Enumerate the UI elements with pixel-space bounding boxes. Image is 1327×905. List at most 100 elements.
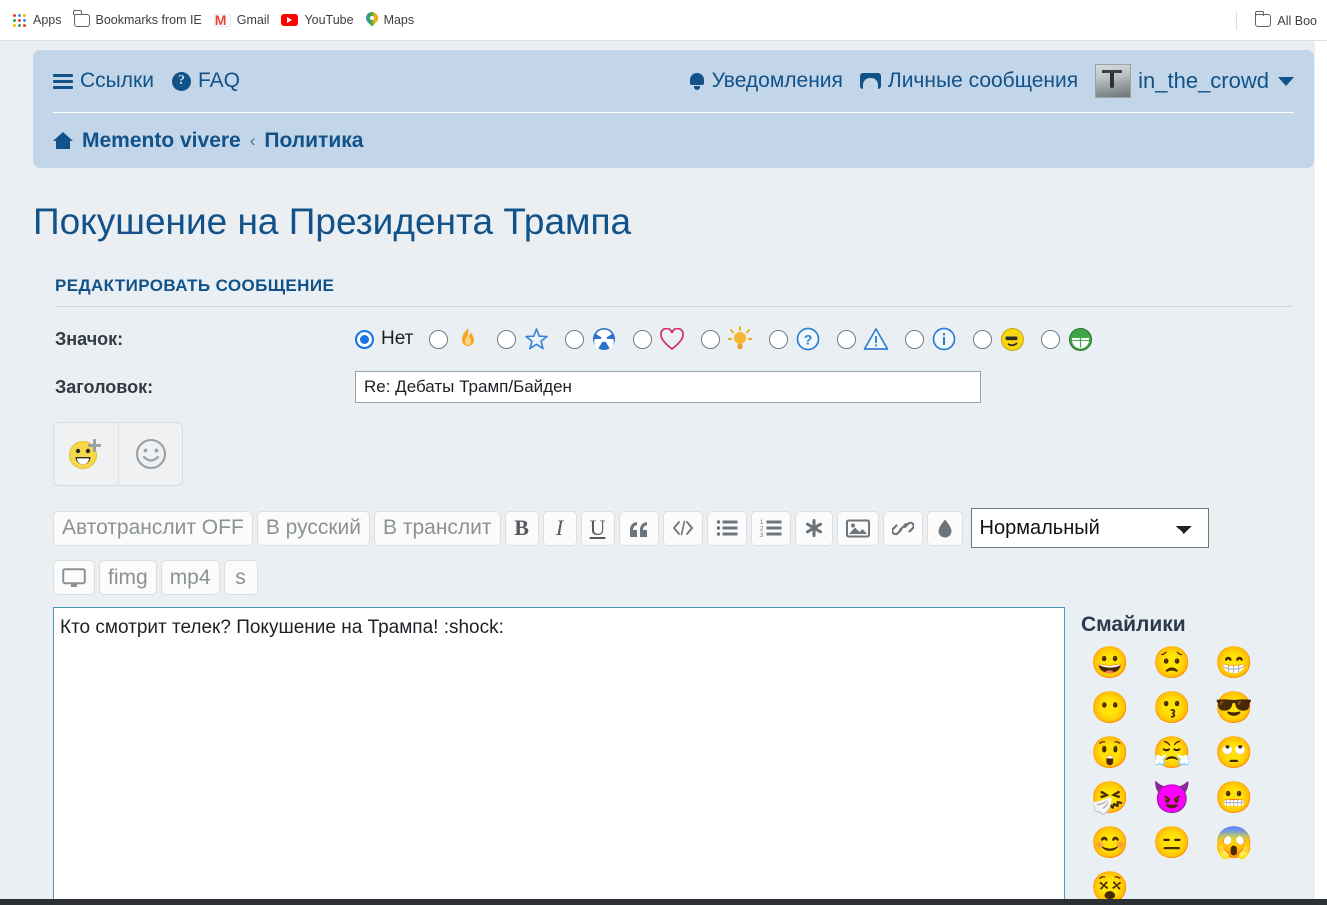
window-bottom-strip [0, 899, 1327, 905]
smiley-item[interactable]: 😎 [1215, 692, 1254, 723]
post-icon-option-green-grin[interactable] [1041, 326, 1093, 352]
radio-button[interactable] [973, 329, 993, 349]
post-icon-option-lightbulb[interactable] [701, 326, 753, 352]
smiley-item[interactable]: 😱 [1215, 827, 1254, 858]
smiley-item[interactable]: 😤 [1153, 737, 1192, 768]
post-icon-option-info[interactable] [905, 326, 957, 352]
droplet-icon [938, 519, 952, 538]
question-icon: ? [795, 326, 821, 352]
smilies-grid: 😀 😟 😁 😶 😗 😎 😲 😤 🙄 🤧 😈 😬 😊 😑 😱 😵 [1079, 647, 1294, 899]
add-smiley-button[interactable] [54, 423, 118, 485]
smiley-item[interactable]: 🤧 [1091, 782, 1130, 813]
faq-link[interactable]: ? FAQ [171, 69, 240, 93]
to-translit-button[interactable]: В транслит [374, 510, 501, 546]
image-button[interactable] [836, 510, 879, 546]
radio-button[interactable] [837, 329, 857, 349]
smiley-item[interactable]: 😊 [1091, 827, 1130, 858]
smiley-item[interactable]: 😀 [1091, 647, 1130, 678]
forum-header-nav: Ссылки ? FAQ [53, 69, 240, 93]
mp4-button[interactable]: mp4 [160, 560, 220, 595]
numbered-list-button[interactable]: 1 2 3 [750, 510, 791, 546]
radio-button[interactable] [565, 329, 585, 349]
faq-label: FAQ [197, 69, 240, 92]
panel-title: РЕДАКТИРОВАТЬ СООБЩЕНИЕ [55, 276, 335, 295]
smiley-item[interactable]: 😬 [1215, 782, 1254, 813]
smiley-picker-button[interactable] [118, 423, 182, 485]
smiley-outline-icon [135, 438, 166, 470]
post-icon-none-label: Нет [381, 328, 414, 349]
post-icon-option-radioactive[interactable] [565, 326, 617, 352]
smiley-item[interactable]: 😲 [1091, 737, 1130, 768]
message-textarea[interactable] [53, 607, 1065, 899]
smiley-item[interactable]: 😈 [1153, 782, 1192, 813]
post-icon-option-smirk[interactable] [973, 326, 1025, 352]
autotranslit-button[interactable]: Автотранслит OFF [53, 510, 253, 546]
lightbulb-icon [727, 326, 753, 352]
breadcrumb-home[interactable]: Memento vivere [82, 129, 241, 153]
warning-icon [863, 326, 889, 352]
bookmark-label: Apps [33, 13, 62, 27]
bookmark-apps[interactable]: Apps [8, 10, 70, 31]
breadcrumb-current[interactable]: Политика [264, 129, 363, 153]
underline-button[interactable]: U [580, 510, 615, 546]
user-menu-button[interactable]: in_the_crowd [1095, 64, 1294, 98]
smiley-item[interactable]: 🙄 [1215, 737, 1254, 768]
quote-button[interactable] [618, 510, 659, 546]
bookmark-gmail[interactable]: Gmail [210, 10, 278, 30]
smilies-panel: Смайлики 😀 😟 😁 😶 😗 😎 😲 😤 🙄 🤧 😈 😬 😊 😑 😱 😵 [1079, 607, 1294, 899]
notifications-link[interactable]: Уведомления [689, 69, 843, 93]
browser-bookmarks-bar: Apps Bookmarks from IE Gmail YouTube Map… [0, 0, 1327, 41]
color-droplet-button[interactable] [926, 510, 963, 546]
fimg-button[interactable]: fimg [99, 560, 157, 595]
radio-button[interactable] [497, 329, 517, 349]
font-size-select[interactable]: Нормальный [970, 508, 1209, 548]
editor-toolbar: Автотранслит OFF В русский В транслит B … [53, 508, 1293, 595]
smiley-item[interactable]: 😗 [1153, 692, 1192, 723]
smiley-item[interactable]: 😁 [1215, 647, 1254, 678]
links-menu-button[interactable]: Ссылки [53, 69, 154, 93]
avatar [1095, 64, 1132, 98]
s-button[interactable]: s [223, 560, 258, 595]
screen-button[interactable] [53, 560, 95, 595]
bookmark-maps[interactable]: Maps [362, 9, 423, 31]
inbox-icon [859, 73, 881, 89]
post-icon-option-heart[interactable] [633, 326, 685, 352]
post-icon-option-warning[interactable] [837, 326, 889, 352]
bookmark-youtube[interactable]: YouTube [277, 10, 361, 30]
post-icon-option-fire[interactable] [429, 326, 481, 352]
radio-button[interactable] [1041, 329, 1061, 349]
radio-button[interactable] [701, 329, 721, 349]
smiley-item[interactable]: 😟 [1153, 647, 1192, 678]
page-viewport: Ссылки ? FAQ Уведомления Личные сообщени… [0, 41, 1315, 899]
smiley-item[interactable]: 😵 [1091, 872, 1130, 899]
link-icon [891, 521, 914, 535]
add-smiley-icon [69, 439, 101, 469]
radio-button[interactable] [429, 329, 449, 349]
radio-button[interactable] [769, 329, 789, 349]
breadcrumb-separator: ‹ [249, 130, 256, 150]
radio-button[interactable] [633, 329, 653, 349]
private-messages-link[interactable]: Личные сообщения [859, 69, 1078, 93]
subject-input[interactable] [355, 371, 981, 403]
all-bookmarks-button[interactable]: All Boo [1251, 10, 1325, 31]
smiley-item[interactable]: 😶 [1091, 692, 1130, 723]
image-icon [845, 519, 870, 537]
bold-button[interactable]: B [504, 510, 539, 546]
radio-button[interactable] [355, 329, 374, 349]
to-russian-button[interactable]: В русский [256, 510, 371, 546]
asterisk-button[interactable] [794, 510, 833, 546]
radio-button[interactable] [905, 329, 925, 349]
link-button[interactable] [882, 510, 923, 546]
post-icon-row: Значок: Нет ? [33, 315, 1314, 363]
italic-button[interactable]: I [542, 510, 577, 546]
post-icon-option-question[interactable]: ? [769, 326, 821, 352]
code-button[interactable] [662, 510, 703, 546]
bookmark-bookmarks-from-ie[interactable]: Bookmarks from IE [70, 10, 210, 30]
post-icon-option-none[interactable]: Нет [355, 328, 413, 350]
post-icon-option-star[interactable] [497, 326, 549, 352]
smiley-item[interactable]: 😑 [1153, 827, 1192, 858]
apps-grid-icon [12, 13, 27, 28]
heart-icon [659, 326, 685, 352]
fire-icon [455, 326, 481, 352]
bullet-list-button[interactable] [706, 510, 747, 546]
